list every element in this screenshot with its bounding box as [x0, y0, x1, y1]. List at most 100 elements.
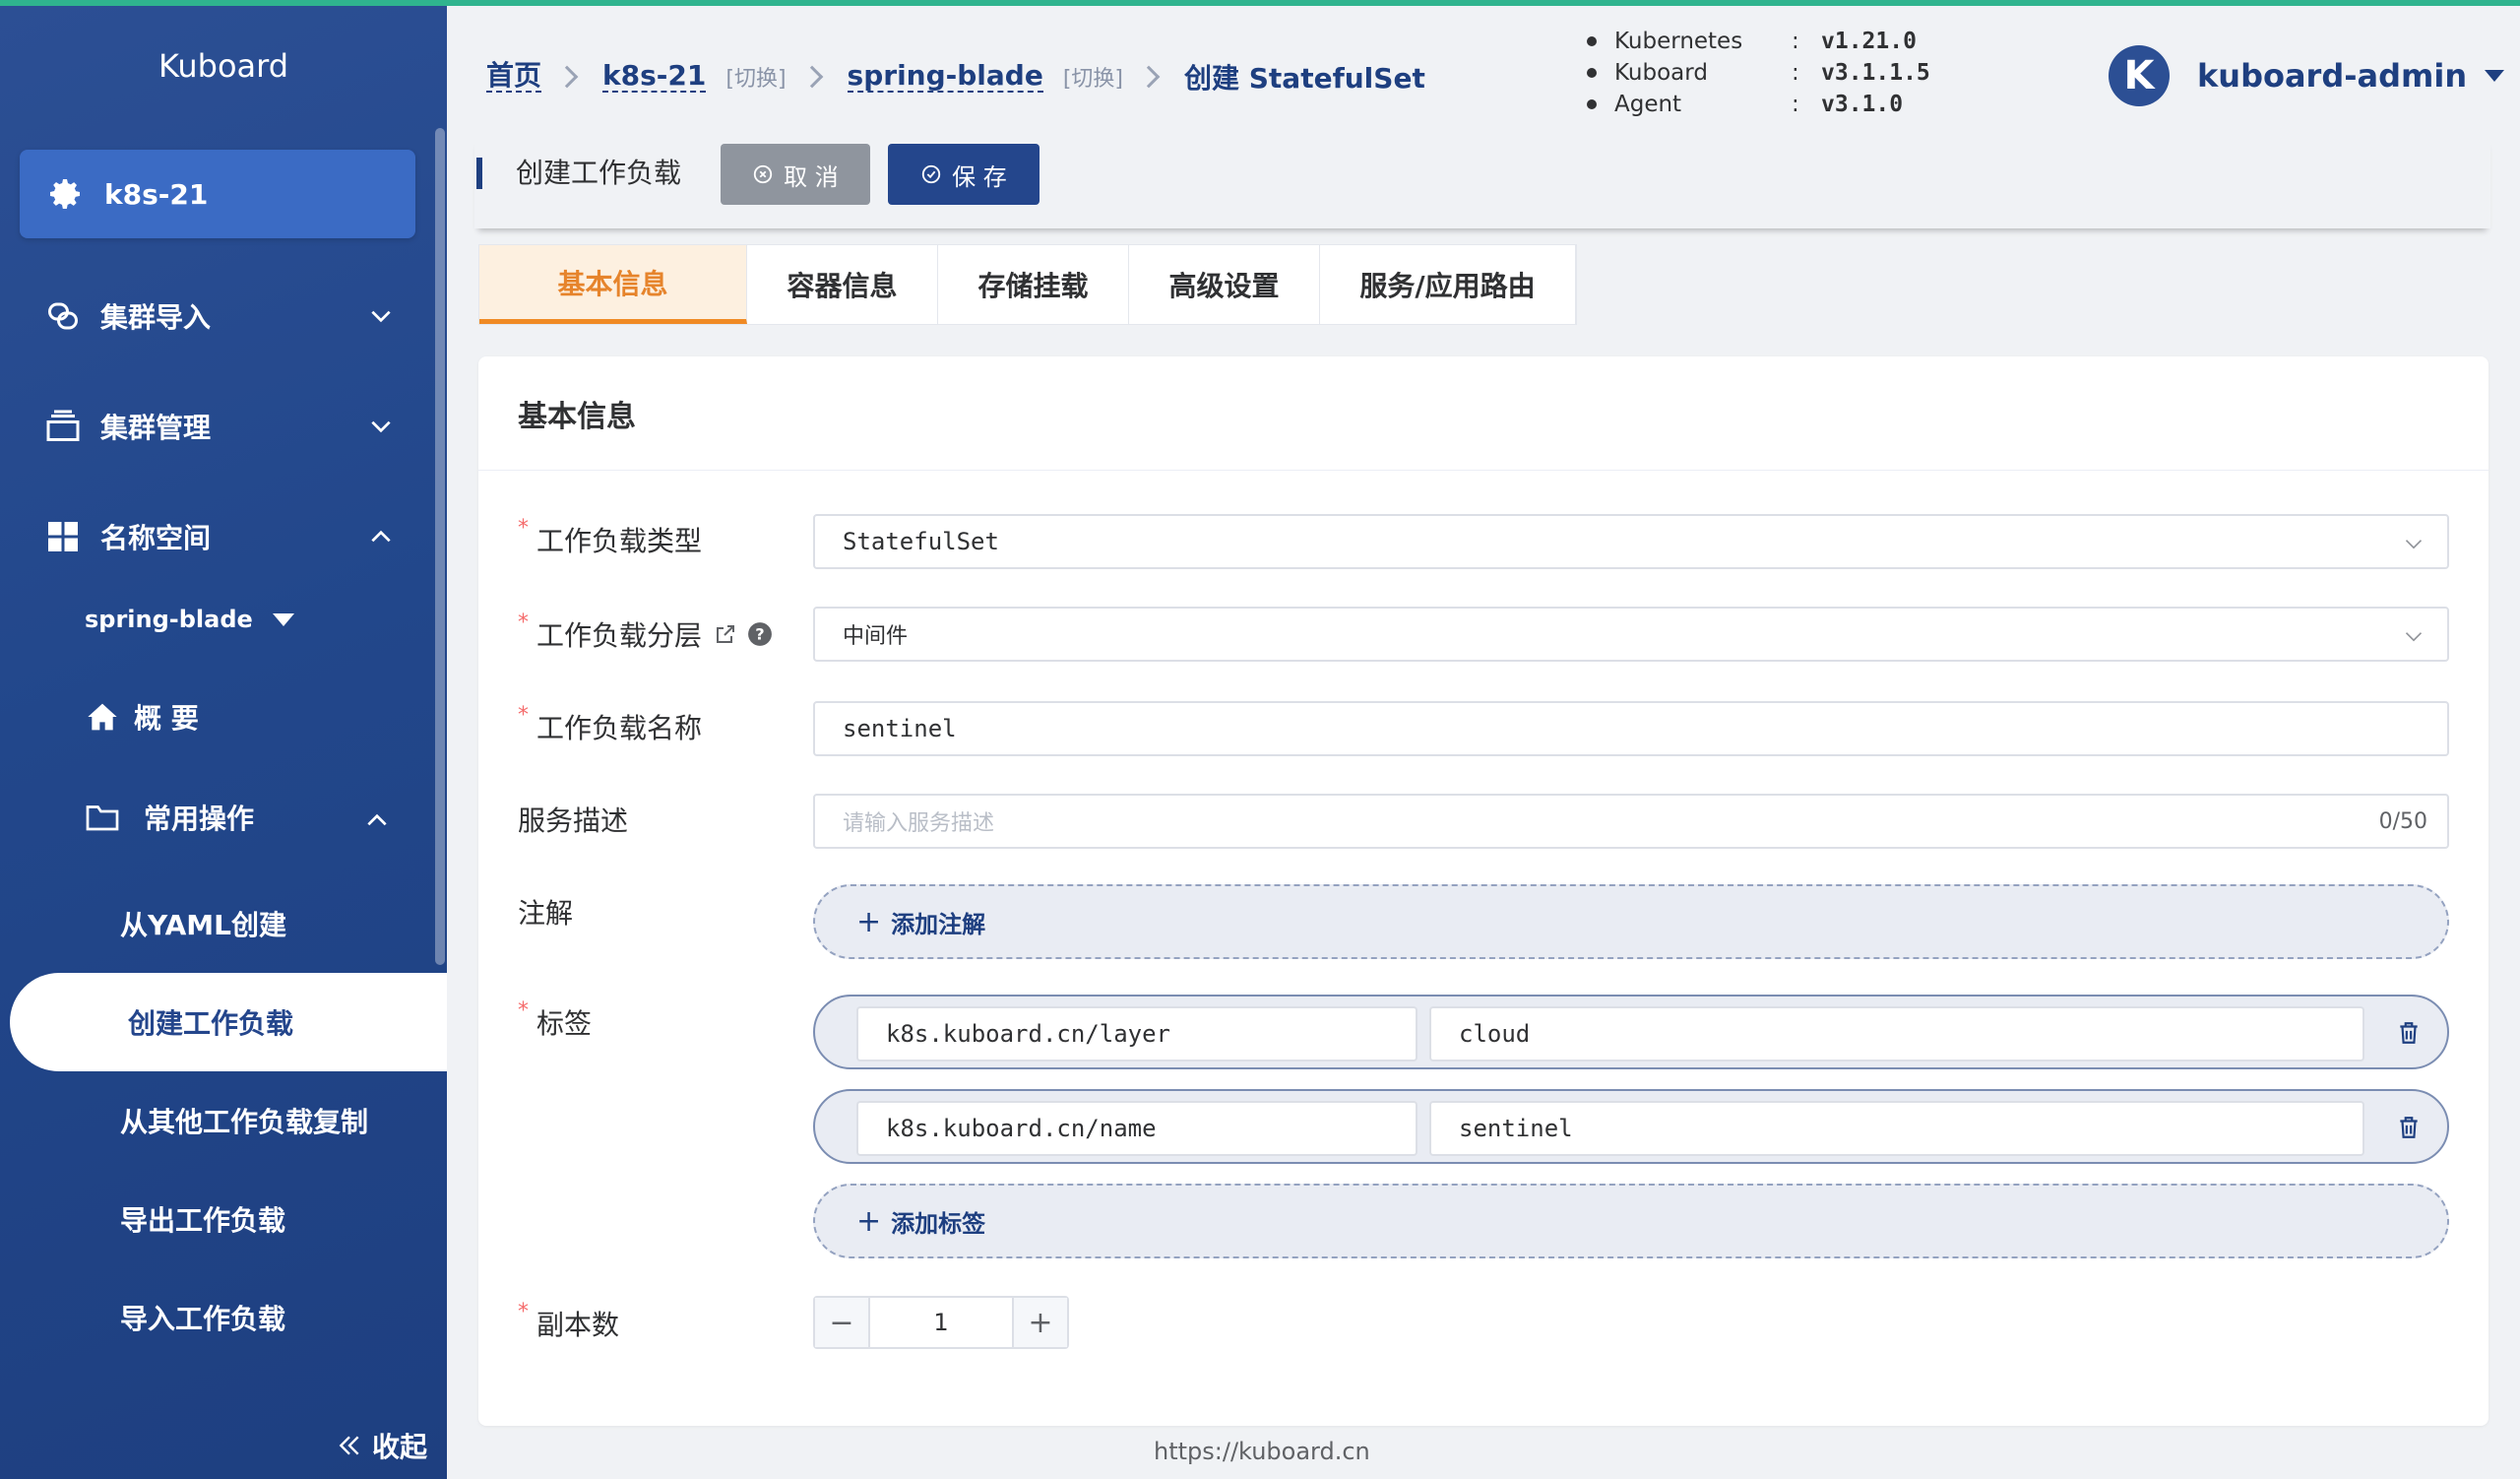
collapse-button[interactable]: 收起: [337, 1426, 427, 1465]
replicas-input[interactable]: 1: [870, 1298, 1012, 1347]
switch-cluster-link[interactable]: [切换]: [725, 61, 786, 93]
trash-icon[interactable]: [2396, 1115, 2422, 1140]
trash-icon[interactable]: [2396, 1020, 2422, 1046]
breadcrumb-current: 创建 StatefulSet: [1184, 62, 1425, 95]
menu-common-ops[interactable]: 常用操作: [85, 798, 429, 837]
workload-layer-label: * 工作负载分层 ?: [518, 611, 773, 654]
brand-title: Kuboard: [158, 47, 289, 85]
chevron-right-icon: [555, 65, 579, 89]
namespace-selector[interactable]: spring-blade: [85, 606, 294, 633]
menu-label: 常用操作: [144, 803, 255, 835]
cancel-button[interactable]: 取 消: [721, 144, 870, 205]
user-name: kuboard-admin: [2197, 57, 2468, 95]
plus-icon: +: [856, 904, 882, 939]
tab-advanced-settings[interactable]: 高级设置: [1129, 245, 1320, 324]
gear-icon: [50, 179, 80, 209]
increment-button[interactable]: +: [1012, 1298, 1067, 1347]
workload-type-label: * 工作负载类型: [518, 516, 703, 557]
chevron-down-icon: [371, 310, 391, 323]
menu-item-copy-workload[interactable]: 从其他工作负载复制: [120, 1101, 368, 1140]
bullet-icon: [1587, 99, 1597, 109]
sidebar: Kuboard k8s-21 集群导入 集群管理 名称空间 spring-bla…: [0, 0, 447, 1479]
svg-text:?: ?: [755, 624, 764, 643]
menu-item-from-yaml[interactable]: 从YAML创建: [120, 904, 286, 943]
title-accent: [476, 158, 482, 189]
workload-layer-select[interactable]: 中间件: [813, 607, 2449, 662]
workload-type-select[interactable]: StatefulSet: [813, 514, 2449, 569]
home-icon: [88, 703, 117, 731]
top-accent-bar: [0, 0, 2520, 6]
tab-basic-info[interactable]: 基本信息: [479, 245, 747, 324]
version-info: Kubernetes : v1.21.0 Kuboard : v3.1.1.5 …: [1587, 26, 1930, 120]
tab-bar: 基本信息 容器信息 存储挂载 高级设置 服务/应用路由: [478, 244, 1577, 325]
workload-name-label: * 工作负载名称: [518, 703, 703, 744]
double-chevron-left-icon: [339, 1436, 359, 1455]
avatar: K: [2109, 45, 2170, 106]
chevron-down-icon: [371, 420, 391, 433]
help-icon[interactable]: ?: [747, 621, 773, 647]
layers-icon: [46, 410, 80, 441]
tab-storage-mount[interactable]: 存储挂载: [938, 245, 1129, 324]
cluster-name: k8s-21: [104, 177, 209, 211]
sidebar-scrollbar[interactable]: [435, 128, 445, 965]
version-row: Agent : v3.1.0: [1587, 89, 1930, 120]
description-input[interactable]: 请输入服务描述 0/50: [813, 794, 2449, 849]
grid-icon: [48, 522, 78, 551]
menu-item-create-workload[interactable]: 创建工作负载: [10, 973, 447, 1071]
folder-icon: [86, 805, 119, 831]
decrement-button[interactable]: −: [815, 1298, 870, 1347]
tab-service-routing[interactable]: 服务/应用路由: [1320, 245, 1576, 324]
menu-cluster-import[interactable]: 集群导入: [45, 282, 447, 351]
footer-link[interactable]: https://kuboard.cn: [1154, 1438, 1370, 1465]
label-key-input[interactable]: k8s.kuboard.cn/name: [856, 1101, 1418, 1156]
menu-cluster-manage[interactable]: 集群管理: [45, 392, 447, 461]
replicas-stepper: − 1 +: [813, 1296, 1069, 1349]
chevron-down-icon: [2405, 632, 2423, 642]
menu-item-import-workload[interactable]: 导入工作负载: [120, 1298, 285, 1337]
collapse-label: 收起: [371, 1431, 427, 1463]
switch-namespace-link[interactable]: [切换]: [1063, 61, 1123, 93]
menu-label: 集群管理: [100, 412, 212, 444]
page-title: 创建工作负载: [516, 157, 682, 189]
menu-namespace[interactable]: 名称空间: [45, 502, 447, 571]
label-key-input[interactable]: k8s.kuboard.cn/layer: [856, 1006, 1418, 1061]
section-title: 基本信息: [478, 356, 2488, 471]
namespace-name: spring-blade: [85, 606, 253, 633]
user-menu[interactable]: K kuboard-admin: [2109, 45, 2505, 106]
external-link-icon[interactable]: [714, 622, 737, 646]
tab-container-info[interactable]: 容器信息: [747, 245, 938, 324]
add-label-button[interactable]: + 添加标签: [813, 1184, 2449, 1258]
basic-info-card: 基本信息 * 工作负载类型 StatefulSet * 工作负载分层 ? 中间件…: [478, 356, 2488, 1426]
bullet-icon: [1587, 36, 1597, 46]
chevron-up-icon: [367, 813, 387, 826]
breadcrumb: 首页 k8s-21 [切换] spring-blade [切换] 创建 Stat…: [486, 57, 1425, 96]
caret-down-icon: [272, 612, 294, 626]
caret-down-icon: [2485, 70, 2505, 82]
bullet-icon: [1587, 68, 1597, 78]
chevron-up-icon: [371, 530, 391, 543]
chevron-down-icon: [2405, 540, 2423, 549]
breadcrumb-cluster[interactable]: k8s-21: [602, 60, 707, 94]
save-button[interactable]: 保 存: [888, 144, 1040, 205]
version-row: Kuboard : v3.1.1.5: [1587, 57, 1930, 89]
chevron-right-icon: [1137, 65, 1161, 89]
label-row: k8s.kuboard.cn/name sentinel: [813, 1089, 2449, 1164]
label-value-input[interactable]: sentinel: [1429, 1101, 2364, 1156]
workload-name-input[interactable]: sentinel: [813, 701, 2449, 756]
menu-label: 概 要: [134, 702, 199, 735]
plus-icon: +: [856, 1203, 882, 1239]
cluster-selector[interactable]: k8s-21: [20, 150, 415, 238]
version-row: Kubernetes : v1.21.0: [1587, 26, 1930, 57]
breadcrumb-home[interactable]: 首页: [486, 60, 542, 94]
menu-item-export-workload[interactable]: 导出工作负载: [120, 1199, 285, 1239]
menu-overview[interactable]: 概 要: [87, 697, 199, 737]
add-annotation-button[interactable]: + 添加注解: [813, 884, 2449, 959]
link-icon: [48, 302, 78, 330]
breadcrumb-namespace[interactable]: spring-blade: [847, 60, 1043, 94]
label-value-input[interactable]: cloud: [1429, 1006, 2364, 1061]
annotations-label: 注解: [518, 897, 574, 930]
char-counter: 0/50: [2378, 808, 2427, 834]
check-circle-icon: [922, 164, 941, 184]
replicas-label: * 副本数: [518, 1300, 620, 1341]
description-label: 服务描述: [518, 804, 629, 837]
